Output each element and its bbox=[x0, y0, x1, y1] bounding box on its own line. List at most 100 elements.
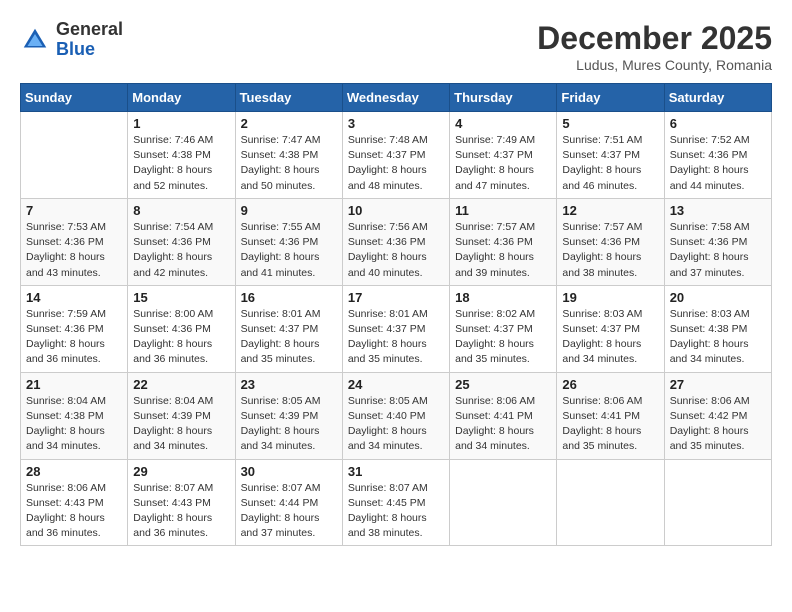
day-info: Sunrise: 8:04 AM Sunset: 4:39 PM Dayligh… bbox=[133, 394, 229, 455]
day-info: Sunrise: 7:57 AM Sunset: 4:36 PM Dayligh… bbox=[562, 220, 658, 281]
day-number: 12 bbox=[562, 203, 658, 218]
header-day-thursday: Thursday bbox=[450, 84, 557, 112]
day-info: Sunrise: 8:06 AM Sunset: 4:43 PM Dayligh… bbox=[26, 481, 122, 542]
month-title: December 2025 bbox=[537, 20, 772, 57]
day-number: 30 bbox=[241, 464, 337, 479]
day-number: 21 bbox=[26, 377, 122, 392]
logo-general: General bbox=[56, 20, 123, 40]
calendar-cell: 4Sunrise: 7:49 AM Sunset: 4:37 PM Daylig… bbox=[450, 112, 557, 199]
day-info: Sunrise: 8:03 AM Sunset: 4:38 PM Dayligh… bbox=[670, 307, 766, 368]
header-day-sunday: Sunday bbox=[21, 84, 128, 112]
calendar-cell: 13Sunrise: 7:58 AM Sunset: 4:36 PM Dayli… bbox=[664, 198, 771, 285]
day-number: 2 bbox=[241, 116, 337, 131]
calendar-week-3: 14Sunrise: 7:59 AM Sunset: 4:36 PM Dayli… bbox=[21, 285, 772, 372]
calendar-cell: 25 Sunrise: 8:06 AM Sunset: 4:41 PM Dayli… bbox=[450, 372, 557, 459]
day-number: 10 bbox=[348, 203, 444, 218]
calendar-cell: 5 Sunrise: 7:51 AM Sunset: 4:37 PM Daylig… bbox=[557, 112, 664, 199]
calendar-table: SundayMondayTuesdayWednesdayThursdayFrid… bbox=[20, 83, 772, 546]
calendar-cell: 17 Sunrise: 8:01 AM Sunset: 4:37 PM Dayli… bbox=[342, 285, 449, 372]
day-info: Sunrise: 8:02 AM Sunset: 4:37 PM Dayligh… bbox=[455, 307, 551, 368]
logo-icon bbox=[20, 25, 50, 55]
logo-text: General Blue bbox=[56, 20, 123, 60]
logo: General Blue bbox=[20, 20, 123, 60]
day-info: Sunrise: 8:01 AM Sunset: 4:37 PM Dayligh… bbox=[348, 307, 444, 368]
calendar-cell: 9 Sunrise: 7:55 AM Sunset: 4:36 PM Daylig… bbox=[235, 198, 342, 285]
day-number: 8 bbox=[133, 203, 229, 218]
day-info: Sunrise: 7:55 AM Sunset: 4:36 PM Dayligh… bbox=[241, 220, 337, 281]
calendar-cell: 20 Sunrise: 8:03 AM Sunset: 4:38 PM Dayli… bbox=[664, 285, 771, 372]
calendar-cell: 7Sunrise: 7:53 AM Sunset: 4:36 PM Daylig… bbox=[21, 198, 128, 285]
day-info: Sunrise: 8:07 AM Sunset: 4:43 PM Dayligh… bbox=[133, 481, 229, 542]
calendar-cell: 8 Sunrise: 7:54 AM Sunset: 4:36 PM Daylig… bbox=[128, 198, 235, 285]
day-number: 11 bbox=[455, 203, 551, 218]
day-info: Sunrise: 7:57 AM Sunset: 4:36 PM Dayligh… bbox=[455, 220, 551, 281]
day-info: Sunrise: 8:05 AM Sunset: 4:39 PM Dayligh… bbox=[241, 394, 337, 455]
calendar-header-row: SundayMondayTuesdayWednesdayThursdayFrid… bbox=[21, 84, 772, 112]
calendar-cell: 23Sunrise: 8:05 AM Sunset: 4:39 PM Dayli… bbox=[235, 372, 342, 459]
calendar-cell: 21 Sunrise: 8:04 AM Sunset: 4:38 PM Dayli… bbox=[21, 372, 128, 459]
calendar-cell: 26 Sunrise: 8:06 AM Sunset: 4:41 PM Dayli… bbox=[557, 372, 664, 459]
day-info: Sunrise: 8:06 AM Sunset: 4:41 PM Dayligh… bbox=[455, 394, 551, 455]
day-number: 17 bbox=[348, 290, 444, 305]
calendar-cell: 3 Sunrise: 7:48 AM Sunset: 4:37 PM Daylig… bbox=[342, 112, 449, 199]
calendar-cell: 28Sunrise: 8:06 AM Sunset: 4:43 PM Dayli… bbox=[21, 459, 128, 546]
day-number: 19 bbox=[562, 290, 658, 305]
calendar-cell: 15Sunrise: 8:00 AM Sunset: 4:36 PM Dayli… bbox=[128, 285, 235, 372]
header-day-wednesday: Wednesday bbox=[342, 84, 449, 112]
day-info: Sunrise: 8:07 AM Sunset: 4:45 PM Dayligh… bbox=[348, 481, 444, 542]
calendar-cell: 19 Sunrise: 8:03 AM Sunset: 4:37 PM Dayli… bbox=[557, 285, 664, 372]
calendar-week-1: 1Sunrise: 7:46 AM Sunset: 4:38 PM Daylig… bbox=[21, 112, 772, 199]
title-section: December 2025 Ludus, Mures County, Roman… bbox=[537, 20, 772, 73]
day-info: Sunrise: 7:51 AM Sunset: 4:37 PM Dayligh… bbox=[562, 133, 658, 194]
day-number: 9 bbox=[241, 203, 337, 218]
day-info: Sunrise: 8:06 AM Sunset: 4:42 PM Dayligh… bbox=[670, 394, 766, 455]
calendar-cell: 10Sunrise: 7:56 AM Sunset: 4:36 PM Dayli… bbox=[342, 198, 449, 285]
calendar-cell: 29 Sunrise: 8:07 AM Sunset: 4:43 PM Dayli… bbox=[128, 459, 235, 546]
calendar-cell: 22 Sunrise: 8:04 AM Sunset: 4:39 PM Dayli… bbox=[128, 372, 235, 459]
day-info: Sunrise: 8:03 AM Sunset: 4:37 PM Dayligh… bbox=[562, 307, 658, 368]
day-info: Sunrise: 8:07 AM Sunset: 4:44 PM Dayligh… bbox=[241, 481, 337, 542]
day-info: Sunrise: 7:54 AM Sunset: 4:36 PM Dayligh… bbox=[133, 220, 229, 281]
header-day-saturday: Saturday bbox=[664, 84, 771, 112]
day-info: Sunrise: 7:47 AM Sunset: 4:38 PM Dayligh… bbox=[241, 133, 337, 194]
day-number: 25 bbox=[455, 377, 551, 392]
calendar-week-4: 21 Sunrise: 8:04 AM Sunset: 4:38 PM Dayli… bbox=[21, 372, 772, 459]
header-day-tuesday: Tuesday bbox=[235, 84, 342, 112]
calendar-cell: 30 Sunrise: 8:07 AM Sunset: 4:44 PM Dayli… bbox=[235, 459, 342, 546]
day-number: 31 bbox=[348, 464, 444, 479]
day-info: Sunrise: 8:05 AM Sunset: 4:40 PM Dayligh… bbox=[348, 394, 444, 455]
day-number: 6 bbox=[670, 116, 766, 131]
day-info: Sunrise: 7:49 AM Sunset: 4:37 PM Dayligh… bbox=[455, 133, 551, 194]
calendar-cell bbox=[557, 459, 664, 546]
calendar-cell: 6 Sunrise: 7:52 AM Sunset: 4:36 PM Daylig… bbox=[664, 112, 771, 199]
calendar-cell: 18Sunrise: 8:02 AM Sunset: 4:37 PM Dayli… bbox=[450, 285, 557, 372]
day-info: Sunrise: 8:06 AM Sunset: 4:41 PM Dayligh… bbox=[562, 394, 658, 455]
day-number: 14 bbox=[26, 290, 122, 305]
calendar-week-2: 7Sunrise: 7:53 AM Sunset: 4:36 PM Daylig… bbox=[21, 198, 772, 285]
calendar-cell bbox=[21, 112, 128, 199]
day-number: 26 bbox=[562, 377, 658, 392]
calendar-cell bbox=[664, 459, 771, 546]
page-header: General Blue December 2025 Ludus, Mures … bbox=[20, 20, 772, 73]
day-number: 20 bbox=[670, 290, 766, 305]
calendar-cell: 14Sunrise: 7:59 AM Sunset: 4:36 PM Dayli… bbox=[21, 285, 128, 372]
calendar-cell: 2 Sunrise: 7:47 AM Sunset: 4:38 PM Daylig… bbox=[235, 112, 342, 199]
day-info: Sunrise: 7:48 AM Sunset: 4:37 PM Dayligh… bbox=[348, 133, 444, 194]
day-number: 24 bbox=[348, 377, 444, 392]
day-number: 29 bbox=[133, 464, 229, 479]
calendar-cell: 31 Sunrise: 8:07 AM Sunset: 4:45 PM Dayli… bbox=[342, 459, 449, 546]
day-info: Sunrise: 8:04 AM Sunset: 4:38 PM Dayligh… bbox=[26, 394, 122, 455]
day-number: 16 bbox=[241, 290, 337, 305]
day-info: Sunrise: 8:01 AM Sunset: 4:37 PM Dayligh… bbox=[241, 307, 337, 368]
location-title: Ludus, Mures County, Romania bbox=[537, 57, 772, 73]
day-number: 15 bbox=[133, 290, 229, 305]
calendar-cell: 24 Sunrise: 8:05 AM Sunset: 4:40 PM Dayli… bbox=[342, 372, 449, 459]
day-number: 1 bbox=[133, 116, 229, 131]
calendar-cell: 1Sunrise: 7:46 AM Sunset: 4:38 PM Daylig… bbox=[128, 112, 235, 199]
day-number: 5 bbox=[562, 116, 658, 131]
day-info: Sunrise: 7:52 AM Sunset: 4:36 PM Dayligh… bbox=[670, 133, 766, 194]
day-number: 22 bbox=[133, 377, 229, 392]
day-number: 3 bbox=[348, 116, 444, 131]
day-number: 7 bbox=[26, 203, 122, 218]
logo-blue: Blue bbox=[56, 40, 123, 60]
